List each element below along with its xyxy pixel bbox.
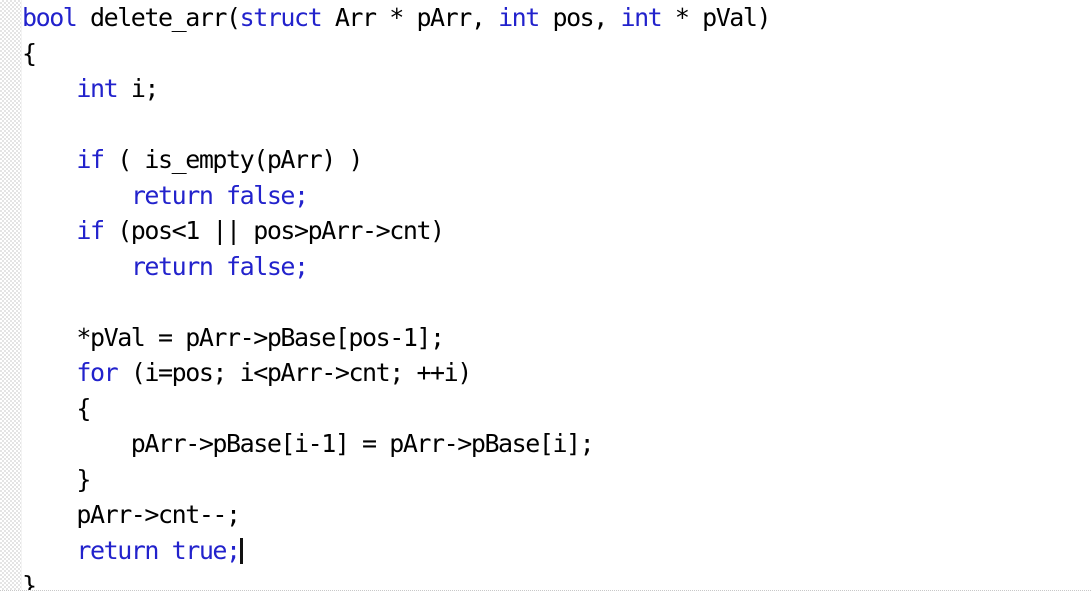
editor-gutter bbox=[0, 0, 22, 590]
code-line: } bbox=[22, 568, 1091, 591]
code-keyword: return true; bbox=[76, 535, 241, 565]
code-keyword: return false; bbox=[130, 180, 309, 210]
code-keyword: int bbox=[620, 3, 662, 32]
code-line: int i; bbox=[22, 71, 1091, 107]
code-text: i; bbox=[117, 74, 160, 103]
code-text: pArr->pBase[i-1] = pArr->pBase[i]; bbox=[22, 429, 595, 458]
code-line: pArr->cnt--; bbox=[22, 497, 1091, 533]
text-caret bbox=[239, 537, 243, 564]
code-text: *pVal = pArr->pBase[pos-1]; bbox=[22, 322, 445, 352]
code-keyword: int bbox=[76, 74, 118, 103]
code-text: } bbox=[22, 464, 91, 494]
code-text: pos, bbox=[538, 3, 621, 32]
code-keyword: bool bbox=[22, 3, 78, 32]
code-line: for (i=pos; i<pArr->cnt; ++i) bbox=[22, 355, 1091, 391]
code-screenshot: bool delete_arr(struct Arr * pArr, int p… bbox=[0, 0, 1091, 591]
code-text: delete_arr( bbox=[76, 3, 241, 32]
code-line: *pVal = pArr->pBase[pos-1]; bbox=[22, 320, 1091, 356]
code-text: pArr->cnt--; bbox=[22, 500, 241, 529]
code-text: * pVal) bbox=[661, 3, 772, 32]
code-keyword: return false; bbox=[130, 251, 309, 281]
code-text: } bbox=[22, 571, 37, 591]
code-line: bool delete_arr(struct Arr * pArr, int p… bbox=[22, 0, 1091, 36]
code-editor-text-area[interactable]: bool delete_arr(struct Arr * pArr, int p… bbox=[22, 0, 1091, 591]
code-line: pArr->pBase[i-1] = pArr->pBase[i]; bbox=[22, 426, 1091, 462]
code-line: { bbox=[22, 36, 1091, 72]
code-line: return true; bbox=[22, 533, 1091, 569]
code-line: { bbox=[22, 391, 1091, 427]
code-text: Arr * pArr, bbox=[321, 3, 499, 32]
code-text: (pos<1 || pos>pArr->cnt) bbox=[103, 216, 445, 245]
code-text: (i=pos; i<pArr->cnt; ++i) bbox=[117, 358, 472, 387]
code-line: if (pos<1 || pos>pArr->cnt) bbox=[22, 213, 1091, 249]
code-line: if ( is_empty(pArr) ) bbox=[22, 142, 1091, 178]
code-line: return false; bbox=[22, 178, 1091, 214]
code-line: } bbox=[22, 462, 1091, 498]
code-keyword: if bbox=[76, 216, 105, 245]
code-keyword: if bbox=[76, 145, 105, 174]
code-text: ( is_empty(pArr) ) bbox=[103, 145, 363, 174]
code-keyword: struct bbox=[239, 3, 323, 32]
code-text: { bbox=[22, 393, 91, 423]
code-line: return false; bbox=[22, 249, 1091, 285]
code-keyword: int bbox=[498, 3, 540, 32]
code-keyword: for bbox=[76, 358, 118, 387]
code-text: { bbox=[22, 38, 37, 68]
